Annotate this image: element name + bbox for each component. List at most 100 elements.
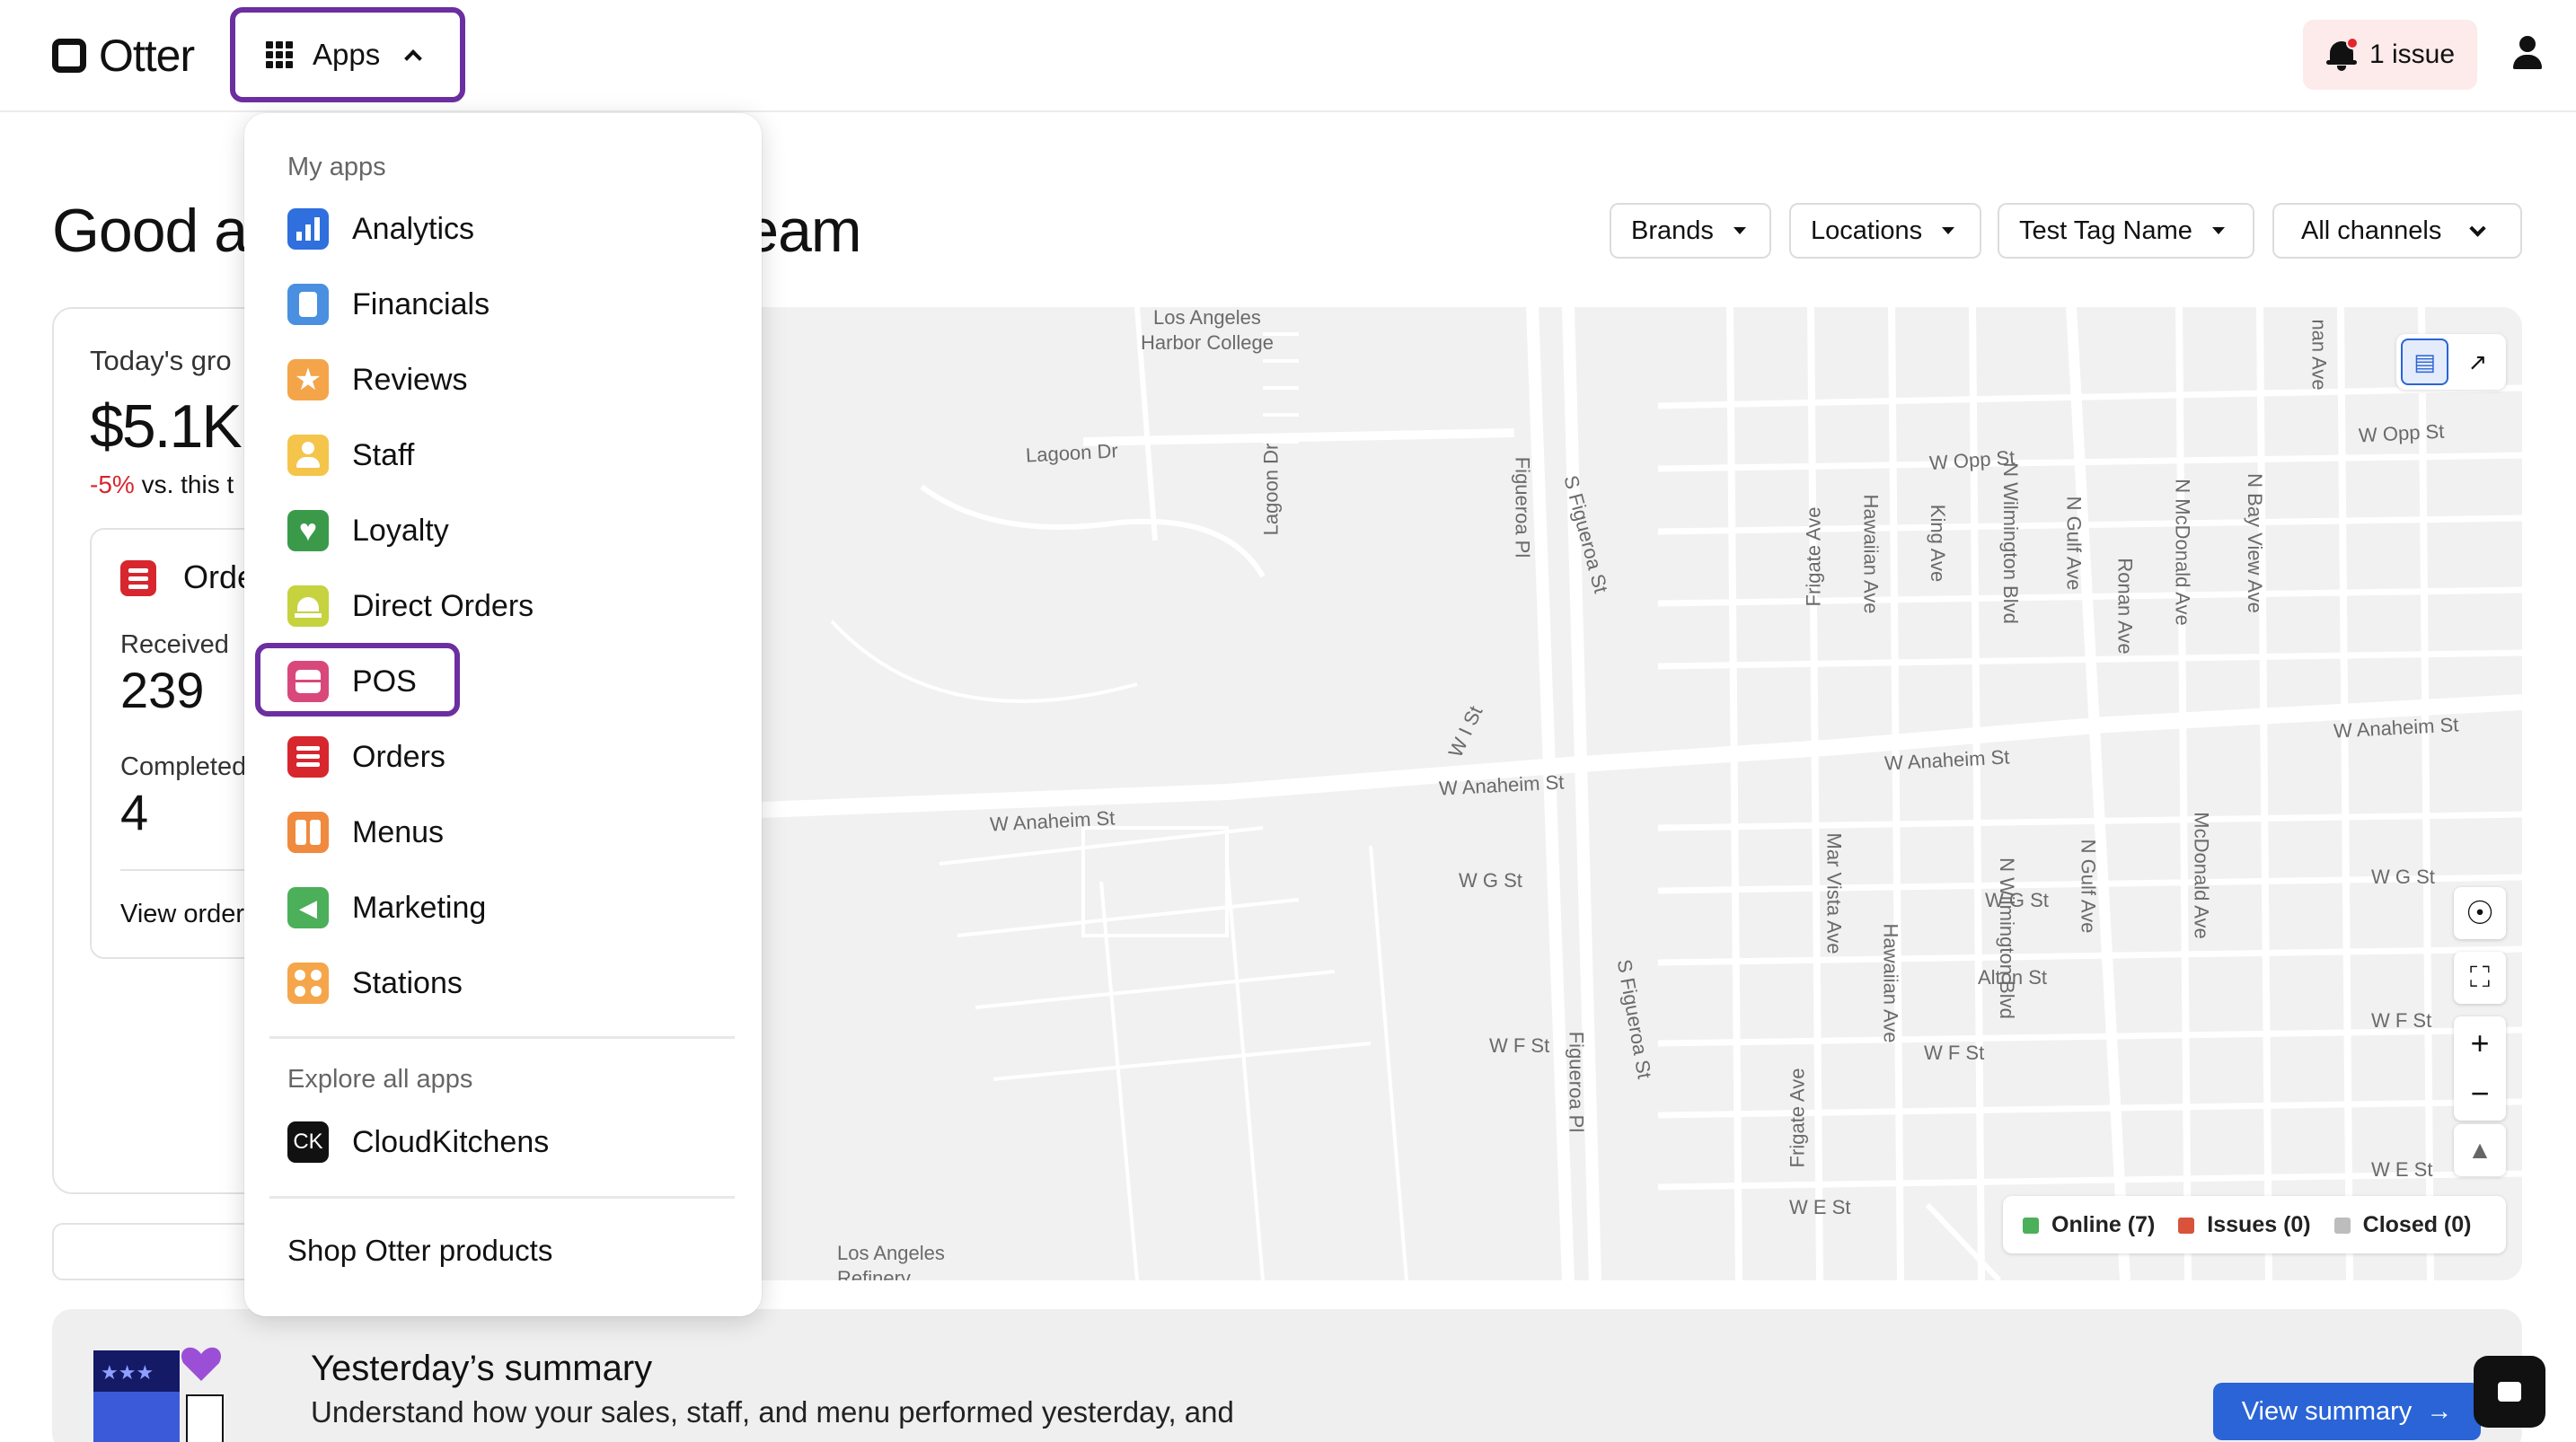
- apps-grid-icon: [266, 41, 293, 68]
- chat-support-icon[interactable]: [2474, 1356, 2545, 1428]
- svg-text:★★★: ★★★: [101, 1362, 154, 1385]
- app-item-loyalty[interactable]: ♥ Loyalty: [287, 506, 449, 556]
- app-item-marketing[interactable]: ◀ Marketing: [287, 883, 486, 933]
- completed-value: 4: [120, 784, 149, 840]
- map-streets: [760, 307, 2522, 1280]
- caret-down-icon: [1733, 227, 1746, 234]
- sales-value: $5.1K: [90, 392, 243, 461]
- user-account-icon[interactable]: [2511, 36, 2544, 72]
- map-label: W E St: [2371, 1158, 2433, 1181]
- app-item-label: Direct Orders: [352, 588, 534, 623]
- map-label: Ronan Ave: [2113, 558, 2137, 655]
- app-item-label: Financials: [352, 286, 490, 321]
- issue-count-label: 1 issue: [2369, 40, 2456, 69]
- chart-view-icon[interactable]: ↗: [2454, 339, 2501, 385]
- map-label: W F St: [2371, 1009, 2432, 1032]
- issues-button[interactable]: 1 issue: [2303, 20, 2477, 90]
- channels-filter[interactable]: All channels: [2272, 203, 2522, 259]
- notification-dot: [2346, 37, 2359, 49]
- apps-menu-button[interactable]: Apps: [230, 7, 465, 102]
- locations-filter-label: Locations: [1811, 215, 1923, 245]
- legend-closed: Closed (0): [2333, 1212, 2472, 1238]
- apps-dropdown-menu: My apps Analytics Financials ★ Reviews S…: [244, 113, 762, 1316]
- locations-filter[interactable]: Locations: [1789, 203, 1981, 259]
- locate-icon[interactable]: ☉: [2454, 887, 2506, 939]
- map-label: N Gulf Ave: [2077, 839, 2100, 934]
- app-item-direct-orders[interactable]: Direct Orders: [287, 581, 534, 631]
- app-item-menus[interactable]: Menus: [287, 807, 444, 857]
- app-item-orders[interactable]: Orders: [287, 732, 446, 782]
- summary-title: Yesterday’s summary: [311, 1349, 653, 1388]
- view-summary-button[interactable]: View summary →: [2213, 1383, 2481, 1440]
- view-orders-link[interactable]: View order: [120, 900, 244, 929]
- map-label: W Opp St: [2358, 419, 2445, 447]
- app-item-label: Marketing: [352, 890, 487, 925]
- channels-filter-label: All channels: [2301, 215, 2442, 245]
- shop-otter-products-link[interactable]: Shop Otter products: [287, 1234, 552, 1268]
- legend-issues-label: Issues (0): [2207, 1211, 2311, 1237]
- otter-logo-mark-icon: [52, 39, 86, 73]
- top-header: Otter Apps 1 issue: [0, 0, 2576, 112]
- app-item-label: Orders: [352, 739, 446, 774]
- map-label: W G St: [2371, 866, 2435, 888]
- brands-filter-label: Brands: [1631, 215, 1714, 245]
- summary-illustration-icon: ★★★: [93, 1347, 224, 1442]
- financials-icon: [287, 284, 329, 325]
- app-item-staff[interactable]: Staff: [287, 430, 414, 480]
- map-legend: Online (7) Issues (0) Closed (0): [2003, 1196, 2506, 1253]
- marketing-icon: ◀: [287, 887, 329, 928]
- map-label: N Wilmington Blvd: [1995, 857, 2018, 1019]
- map-label: nan Ave: [2307, 319, 2331, 391]
- map-label: W F St: [1489, 1034, 1550, 1057]
- app-item-label: CloudKitchens: [352, 1124, 550, 1159]
- orders-icon: [120, 560, 156, 596]
- greeting-left: Good a: [52, 197, 248, 265]
- loyalty-heart-icon: ♥: [287, 510, 329, 551]
- map-view-icon[interactable]: ▤: [2401, 339, 2448, 385]
- map-view-toggle: ▤ ↗: [2396, 334, 2506, 390]
- map-label: Frigate Ave: [1786, 1068, 1809, 1168]
- chevron-up-icon: [404, 49, 423, 67]
- locations-map[interactable]: Los Angeles Harbor College Lagoon Dr Lag…: [760, 307, 2522, 1280]
- zoom-controls: + −: [2454, 1016, 2506, 1121]
- otter-logo[interactable]: Otter: [52, 31, 195, 81]
- app-item-label: Reviews: [352, 362, 468, 397]
- map-label: N Bay View Ave: [2243, 473, 2266, 613]
- reviews-star-icon: ★: [287, 359, 329, 400]
- map-label: Hawaiian Ave: [1859, 494, 1883, 614]
- analytics-icon: [287, 208, 329, 250]
- map-label: Hawaiian Ave: [1879, 923, 1902, 1043]
- app-item-analytics[interactable]: Analytics: [287, 204, 474, 254]
- map-label: Lagoon Dr: [1025, 439, 1119, 467]
- app-item-label: Menus: [352, 814, 445, 849]
- map-label: King Ave: [1927, 504, 1950, 583]
- map-label: N Gulf Ave: [2062, 496, 2086, 591]
- orders-icon: [287, 736, 329, 778]
- map-label: Frigate Ave: [1802, 506, 1825, 607]
- app-item-label: Loyalty: [352, 513, 449, 548]
- menu-divider: [269, 1036, 735, 1039]
- app-item-pos[interactable]: POS: [287, 656, 417, 707]
- yesterday-summary-banner: ★★★ Yesterday’s summary Understand how y…: [52, 1309, 2522, 1442]
- brands-filter[interactable]: Brands: [1610, 203, 1771, 259]
- compass-icon[interactable]: ▲: [2454, 1124, 2506, 1176]
- legend-online-label: Online (7): [2051, 1211, 2156, 1237]
- map-label: W G St: [1459, 869, 1522, 892]
- map-label: N Wilmington Blvd: [1998, 462, 2022, 624]
- tag-filter[interactable]: Test Tag Name: [1998, 203, 2254, 259]
- zoom-in-icon[interactable]: +: [2470, 1020, 2489, 1067]
- app-item-financials[interactable]: Financials: [287, 279, 490, 330]
- map-label: W E St: [1789, 1196, 1851, 1218]
- app-item-cloudkitchens[interactable]: CK CloudKitchens: [287, 1117, 549, 1167]
- direct-orders-bell-icon: [287, 585, 329, 627]
- app-item-stations[interactable]: Stations: [287, 958, 463, 1008]
- completed-label: Completed: [120, 752, 247, 781]
- app-item-label: Analytics: [352, 211, 475, 246]
- fullscreen-icon[interactable]: ⛶: [2454, 952, 2506, 1004]
- app-item-reviews[interactable]: ★ Reviews: [287, 355, 467, 405]
- pos-icon: [287, 661, 329, 702]
- sales-delta-suffix: vs. this t: [134, 470, 234, 498]
- tag-filter-label: Test Tag Name: [2019, 215, 2192, 245]
- zoom-out-icon[interactable]: −: [2470, 1070, 2489, 1117]
- chevron-down-icon: [2469, 219, 2487, 237]
